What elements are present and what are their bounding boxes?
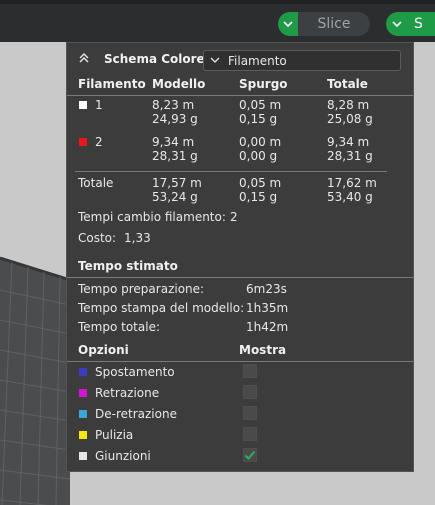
send-button-group: S — [386, 12, 435, 36]
col-header-totale: Totale — [327, 77, 368, 91]
top-toolbar: Slice S — [0, 0, 435, 42]
giunzioni-checkbox[interactable] — [243, 448, 257, 462]
option-label: Retrazione — [95, 386, 160, 400]
option-label: Pulizia — [95, 428, 134, 442]
time-label: Tempo totale: — [78, 320, 161, 334]
spurgo-length: 0,05 m — [239, 176, 282, 190]
de-retrazione-swatch — [79, 410, 87, 418]
col-header-modello: Modello — [152, 77, 206, 91]
spostamento-swatch — [79, 368, 87, 376]
spurgo-weight: 0,00 g — [239, 149, 278, 163]
collapse-icon[interactable] — [78, 52, 90, 64]
totale-weight: 28,31 g — [327, 149, 373, 163]
filament-id: 2 — [95, 135, 103, 149]
slice-button-group: Slice — [278, 12, 370, 36]
modello-weight: 24,93 g — [152, 112, 198, 126]
totale-weight: 53,40 g — [327, 190, 373, 204]
modello-weight: 28,31 g — [152, 149, 198, 163]
cost-label: Costo: — [78, 231, 117, 245]
send-options-chevron-icon[interactable] — [386, 12, 408, 36]
toolbar-stripe — [0, 0, 435, 4]
estimated-time-heading: Tempo stimato — [78, 259, 178, 273]
totale-length: 17,62 m — [327, 176, 377, 190]
slice-button[interactable]: Slice — [298, 12, 370, 36]
retrazione-swatch — [79, 389, 87, 397]
spostamento-checkbox[interactable] — [243, 364, 257, 378]
col-header-spurgo: Spurgo — [239, 77, 288, 91]
de-retrazione-checkbox[interactable] — [243, 406, 257, 420]
options-header: Opzioni — [78, 343, 129, 357]
spurgo-weight: 0,15 g — [239, 190, 278, 204]
filament-id: 1 — [95, 98, 103, 112]
total-label: Totale — [78, 176, 114, 190]
slice-options-chevron-icon[interactable] — [278, 12, 298, 36]
modello-weight: 53,24 g — [152, 190, 198, 204]
modello-length: 9,34 m — [152, 135, 195, 149]
pulizia-checkbox[interactable] — [243, 427, 257, 441]
pulizia-swatch — [79, 431, 87, 439]
chevron-down-icon — [210, 57, 220, 63]
filament-changes-label: Tempi cambio filamento: — [78, 210, 226, 224]
option-label: De-retrazione — [95, 407, 177, 421]
totale-weight: 25,08 g — [327, 112, 373, 126]
time-label: Tempo preparazione: — [78, 282, 205, 296]
checkmark-icon — [244, 450, 256, 460]
col-header-filamento: Filamento — [78, 77, 146, 91]
totale-length: 9,34 m — [327, 135, 370, 149]
retrazione-checkbox[interactable] — [243, 385, 257, 399]
modello-length: 8,23 m — [152, 98, 195, 112]
option-label: Spostamento — [95, 365, 175, 379]
time-value: 1h42m — [246, 320, 289, 334]
panel-title: Schema Colore — [104, 52, 205, 66]
send-button[interactable]: S — [408, 12, 435, 36]
time-label: Tempo stampa del modello: — [78, 301, 245, 315]
spurgo-length: 0,05 m — [239, 98, 282, 112]
show-header: Mostra — [239, 343, 287, 357]
legend-panel: Schema Colore Filamento Filamento Modell… — [66, 42, 414, 472]
dropdown-value: Filamento — [228, 54, 287, 68]
panel-header: Schema Colore Filamento — [67, 43, 413, 75]
build-plate[interactable] — [0, 250, 70, 505]
time-value: 6m23s — [246, 282, 287, 296]
time-divider — [67, 277, 413, 278]
filament-2-swatch — [79, 138, 87, 146]
filament-1-swatch — [79, 101, 87, 109]
time-value: 1h35m — [246, 301, 289, 315]
giunzioni-swatch — [79, 452, 87, 460]
spurgo-weight: 0,15 g — [239, 112, 278, 126]
option-label: Giunzioni — [95, 449, 151, 463]
cost-value: 1,33 — [124, 231, 151, 245]
filament-changes-value: 2 — [230, 210, 238, 224]
options-divider — [67, 361, 413, 362]
header-divider — [67, 95, 413, 96]
total-divider — [75, 171, 387, 172]
spurgo-length: 0,00 m — [239, 135, 282, 149]
color-scheme-dropdown[interactable]: Filamento — [203, 50, 401, 71]
totale-length: 8,28 m — [327, 98, 370, 112]
modello-length: 17,57 m — [152, 176, 202, 190]
